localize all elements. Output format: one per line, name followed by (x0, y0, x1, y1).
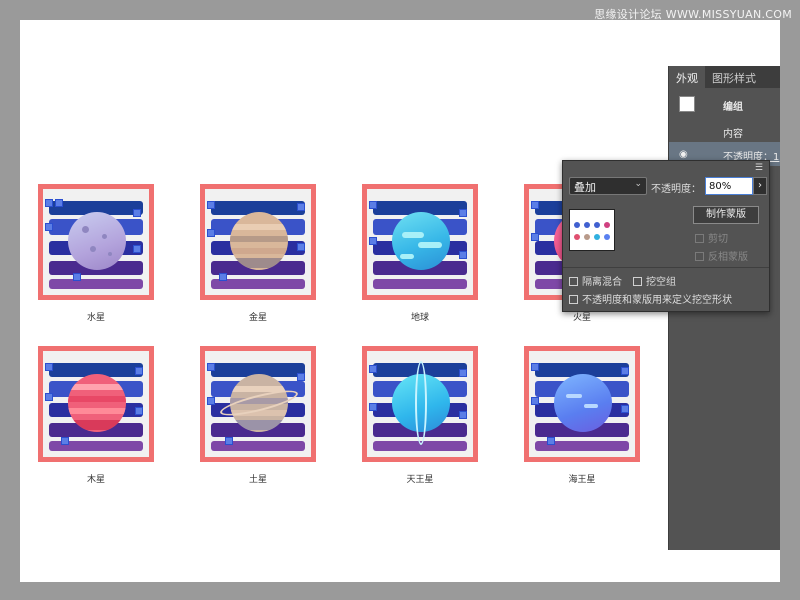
isolate-blending-label: 隔离混合 (582, 277, 622, 288)
planet-label-uranus: 天王星 (406, 475, 434, 485)
chevron-down-icon: ⌄ (634, 179, 642, 189)
planet-tile-jupiter[interactable] (38, 346, 154, 462)
planet-label-jupiter: 木星 (86, 475, 105, 485)
clip-label: 剪切 (708, 234, 728, 245)
venus-planet-icon (230, 212, 288, 270)
planet-tile-mercury[interactable] (38, 184, 154, 300)
planet-tile-saturn[interactable] (200, 346, 316, 462)
invert-mask-checkbox[interactable]: 反相蒙版 (695, 248, 748, 263)
opacity-label: 不透明度： (651, 184, 701, 195)
neptune-planet-icon (554, 374, 612, 432)
tab-appearance[interactable]: 外观 (669, 66, 705, 88)
isolate-blending-checkbox[interactable]: 隔离混合 (569, 273, 622, 288)
mercury-planet-icon (68, 212, 126, 270)
planet-tile-uranus[interactable] (362, 346, 478, 462)
planet-tile-venus[interactable] (200, 184, 316, 300)
appearance-panel-tabs: 外观 图形样式 (669, 66, 780, 88)
group-thumbnail (679, 96, 695, 112)
planet-tile-earth[interactable] (362, 184, 478, 300)
planet-label-earth: 地球 (410, 313, 429, 323)
invert-mask-label: 反相蒙版 (708, 252, 748, 263)
opacity-input[interactable] (705, 177, 753, 195)
blend-mode-value: 叠加 (574, 181, 596, 194)
planet-label-neptune: 海王星 (568, 475, 596, 485)
opacity-mask-knockout-label: 不透明度和蒙版用来定义挖空形状 (582, 295, 732, 306)
uranus-ring-icon (415, 361, 427, 445)
transparency-popup: ☰ 叠加 ⌄ 不透明度： › 制作蒙版 剪切 反相蒙版 隔离混合 挖空组 不透明… (562, 160, 770, 312)
visibility-eye-icon[interactable]: ◉ (679, 149, 688, 160)
jupiter-planet-icon (68, 374, 126, 432)
planet-tile-neptune[interactable] (524, 346, 640, 462)
knockout-group-checkbox[interactable]: 挖空组 (633, 273, 676, 288)
earth-planet-icon (392, 212, 450, 270)
tab-graphic-styles[interactable]: 图形样式 (705, 66, 763, 88)
planet-label-venus: 金星 (248, 313, 267, 323)
clip-checkbox[interactable]: 剪切 (695, 230, 728, 245)
blend-mode-select[interactable]: 叠加 ⌄ (569, 177, 647, 195)
opacity-mask-knockout-checkbox[interactable]: 不透明度和蒙版用来定义挖空形状 (569, 291, 732, 306)
chevron-right-icon: › (758, 180, 762, 191)
opacity-slider-toggle[interactable]: › (753, 177, 767, 195)
planet-label-saturn: 土星 (248, 475, 267, 485)
appearance-content-row[interactable]: 内容 (669, 122, 780, 142)
artwork-thumbnail (569, 209, 615, 251)
planet-label-mercury: 水星 (86, 313, 105, 323)
content-label: 内容 (723, 129, 743, 140)
appearance-group-row[interactable]: 编组 (669, 88, 780, 122)
make-mask-button[interactable]: 制作蒙版 (693, 206, 759, 224)
panel-menu-icon[interactable]: ☰ (755, 163, 763, 173)
group-label: 编组 (723, 102, 743, 113)
knockout-group-label: 挖空组 (646, 277, 676, 288)
